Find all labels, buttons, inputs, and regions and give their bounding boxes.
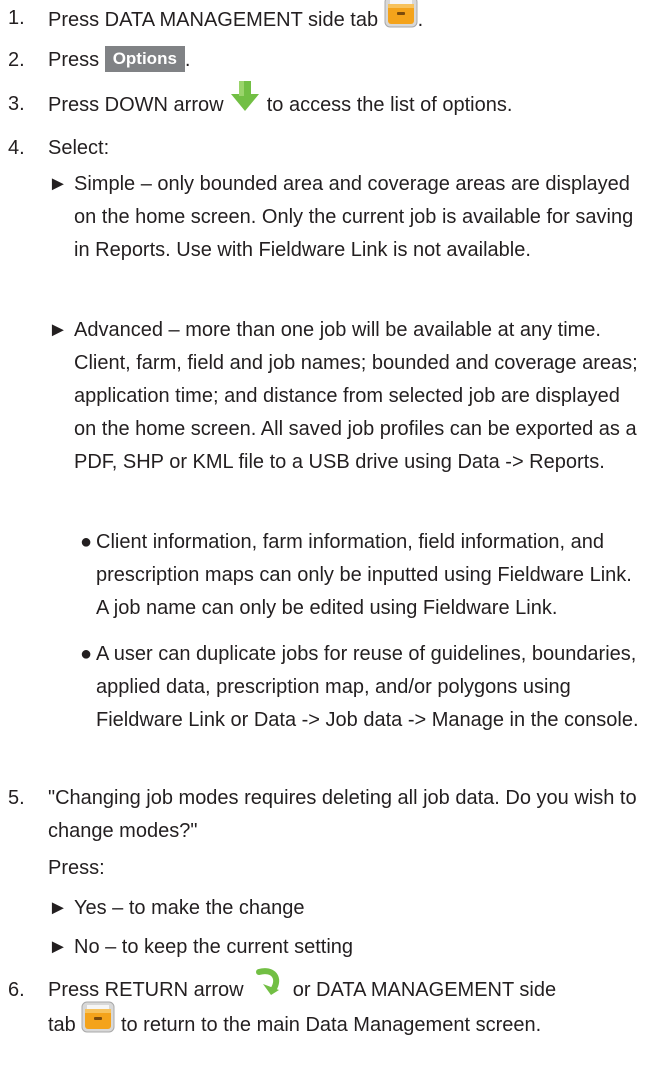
step-1: 1. Press DATA MANAGEMENT side tab . bbox=[8, 0, 646, 39]
filing-cabinet-icon bbox=[384, 0, 418, 39]
step-text-mid: or DATA MANAGEMENT side bbox=[292, 979, 557, 1001]
advanced-bullet-2: ● A user can duplicate jobs for reuse of… bbox=[80, 638, 648, 737]
step-number: 4. bbox=[8, 137, 25, 159]
step-3: 3. Press DOWN arrow to access the list o… bbox=[8, 81, 646, 123]
step-text: Select: bbox=[48, 137, 110, 159]
triangle-bullet: ► bbox=[48, 173, 68, 195]
option-text: No – to keep the current setting bbox=[74, 936, 354, 958]
step-text: "Changing job modes requires deleting al… bbox=[48, 787, 637, 842]
step-text-end: to return to the main Data Management sc… bbox=[120, 1014, 542, 1036]
triangle-bullet: ► bbox=[48, 897, 68, 919]
step-number: 6. bbox=[8, 979, 25, 1001]
dot-bullet: ● bbox=[80, 531, 93, 553]
options-button: Options bbox=[104, 45, 185, 72]
step-4: 4. Select: bbox=[8, 132, 646, 165]
filing-cabinet-icon bbox=[81, 1001, 115, 1044]
step-text-end: . bbox=[184, 49, 191, 71]
press-option-no: ► No – to keep the current setting bbox=[48, 931, 646, 964]
bullet-text: Client information, farm information, fi… bbox=[96, 531, 632, 619]
option-text: Advanced – more than one job will be ava… bbox=[74, 319, 638, 473]
dot-bullet: ● bbox=[80, 643, 93, 665]
step-6: 6. Press RETURN arrow or DATA MANAGEMENT… bbox=[8, 968, 646, 1044]
step-number: 5. bbox=[8, 787, 25, 809]
option-text: Simple – only bounded area and coverage … bbox=[74, 173, 634, 261]
triangle-bullet: ► bbox=[48, 319, 68, 341]
press-label: Press: bbox=[48, 857, 105, 879]
step-number: 2. bbox=[8, 49, 25, 71]
option-text: Yes – to make the change bbox=[74, 897, 305, 919]
step-text: Press DATA MANAGEMENT side tab bbox=[48, 8, 379, 31]
option-simple: ► Simple – only bounded area and coverag… bbox=[48, 168, 646, 267]
bullet-text: A user can duplicate jobs for reuse of g… bbox=[96, 643, 639, 731]
press-option-yes: ► Yes – to make the change bbox=[48, 892, 646, 925]
return-arrow-icon bbox=[253, 966, 283, 1007]
step-text-end: to access the list of options. bbox=[266, 93, 513, 116]
step-number: 1. bbox=[8, 7, 25, 29]
step-text-end: . bbox=[417, 8, 424, 31]
step-text: Press DOWN arrow bbox=[48, 93, 224, 116]
triangle-bullet: ► bbox=[48, 936, 68, 958]
option-advanced: ► Advanced – more than one job will be a… bbox=[48, 314, 646, 479]
advanced-bullet-1: ● Client information, farm information, … bbox=[80, 526, 648, 625]
step-5: 5. "Changing job modes requires deleting… bbox=[8, 782, 646, 848]
step-text-tab: tab bbox=[48, 1014, 76, 1036]
down-arrow-icon bbox=[229, 80, 261, 123]
step-number: 3. bbox=[8, 93, 25, 115]
step-2: 2. Press Options. bbox=[8, 44, 646, 77]
step-text: Press bbox=[48, 49, 100, 71]
step-text: Press RETURN arrow bbox=[48, 979, 244, 1001]
